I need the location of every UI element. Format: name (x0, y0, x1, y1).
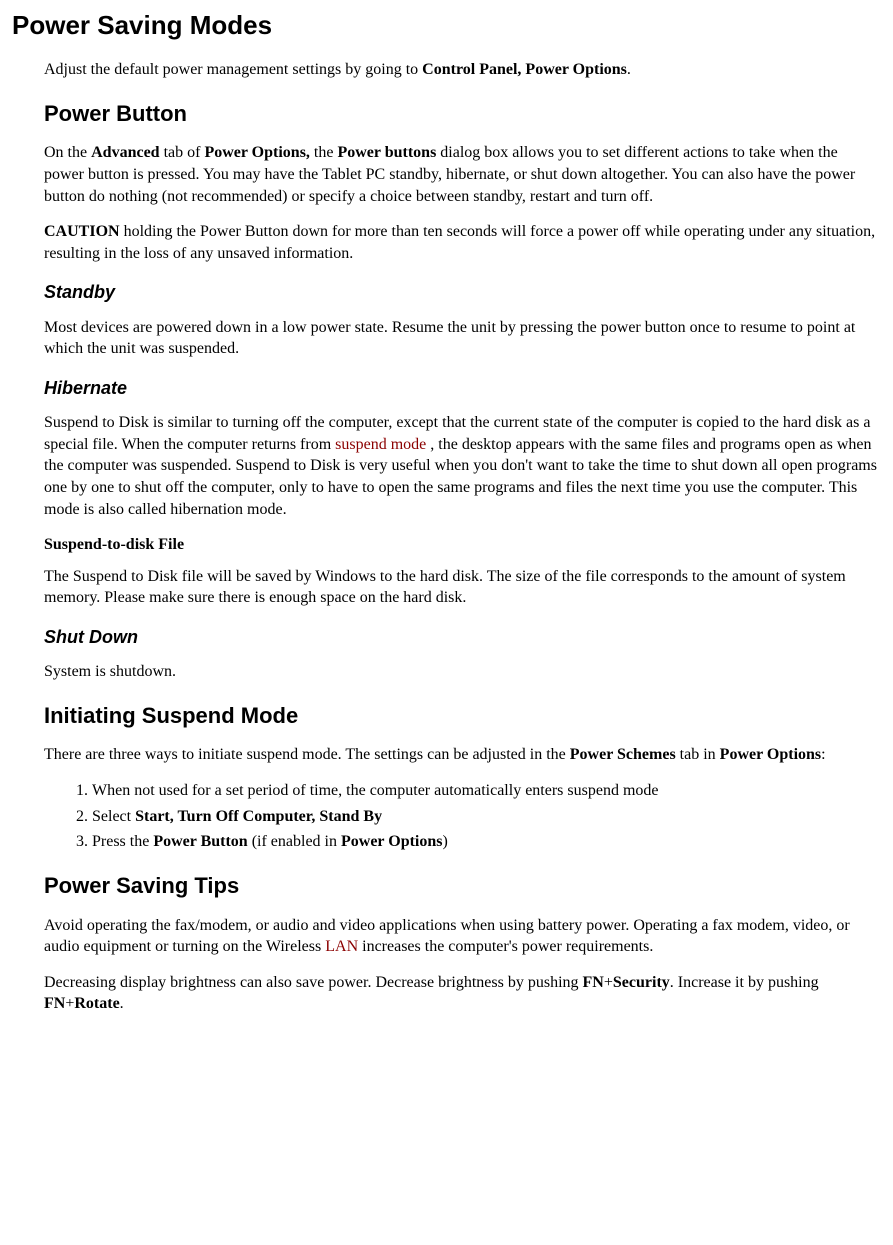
hibernate-paragraph: Suspend to Disk is similar to turning of… (44, 412, 881, 520)
subsection-heading-hibernate: Hibernate (44, 376, 881, 400)
text: increases the computer's power requireme… (358, 938, 653, 955)
text: the (310, 144, 338, 161)
list-item: When not used for a set period of time, … (92, 780, 881, 802)
caution-label: CAUTION (44, 223, 120, 240)
subsection-heading-shutdown: Shut Down (44, 625, 881, 649)
bold-text: Security (613, 974, 670, 991)
bold-text: Control Panel, Power Options (422, 61, 627, 78)
text: + (65, 995, 74, 1012)
bold-text: FN (583, 974, 604, 991)
text: . (120, 995, 124, 1012)
text: On the (44, 144, 91, 161)
suspend-mode-list: When not used for a set period of time, … (44, 780, 881, 853)
suspend-file-paragraph: The Suspend to Disk file will be saved b… (44, 566, 881, 609)
initiating-suspend-paragraph: There are three ways to initiate suspend… (44, 744, 881, 766)
text: tab in (676, 746, 720, 763)
intro-paragraph: Adjust the default power management sett… (44, 59, 881, 81)
bold-text: Power buttons (337, 144, 436, 161)
tips-paragraph-2: Decreasing display brightness can also s… (44, 972, 881, 1015)
bold-text: Power Schemes (570, 746, 676, 763)
bold-text: FN (44, 995, 65, 1012)
text: Decreasing display brightness can also s… (44, 974, 583, 991)
list-item: Select Start, Turn Off Computer, Stand B… (92, 806, 881, 828)
suspend-mode-link[interactable]: suspend mode (335, 436, 426, 453)
section-heading-power-button: Power Button (44, 99, 881, 129)
bold-text: Start, Turn Off Computer, Stand By (135, 808, 382, 825)
text: (if enabled in (248, 833, 341, 850)
text: . Increase it by pushing (670, 974, 819, 991)
text: Select (92, 808, 135, 825)
list-item: Press the Power Button (if enabled in Po… (92, 831, 881, 853)
bold-text: Power Options, (204, 144, 309, 161)
text: holding the Power Button down for more t… (44, 223, 875, 262)
section-heading-power-saving-tips: Power Saving Tips (44, 871, 881, 901)
subsection-heading-standby: Standby (44, 280, 881, 304)
tips-paragraph-1: Avoid operating the fax/modem, or audio … (44, 915, 881, 958)
bold-text: Power Options (341, 833, 442, 850)
page-title: Power Saving Modes (12, 8, 881, 43)
standby-paragraph: Most devices are powered down in a low p… (44, 317, 881, 360)
bold-text: Rotate (74, 995, 119, 1012)
caution-paragraph: CAUTION holding the Power Button down fo… (44, 221, 881, 264)
text: There are three ways to initiate suspend… (44, 746, 570, 763)
text: : (821, 746, 825, 763)
text: . (627, 61, 631, 78)
bold-text: Power Options (720, 746, 821, 763)
text: tab of (160, 144, 205, 161)
bold-text: Advanced (91, 144, 159, 161)
power-button-paragraph: On the Advanced tab of Power Options, th… (44, 142, 881, 207)
subsubsection-heading-suspend-file: Suspend-to-disk File (44, 534, 881, 556)
text: Press the (92, 833, 153, 850)
lan-link[interactable]: LAN (325, 938, 358, 955)
text: + (604, 974, 613, 991)
shutdown-paragraph: System is shutdown. (44, 661, 881, 683)
section-heading-initiating-suspend: Initiating Suspend Mode (44, 701, 881, 731)
text: ) (442, 833, 447, 850)
bold-text: Power Button (153, 833, 247, 850)
text: Adjust the default power management sett… (44, 61, 422, 78)
